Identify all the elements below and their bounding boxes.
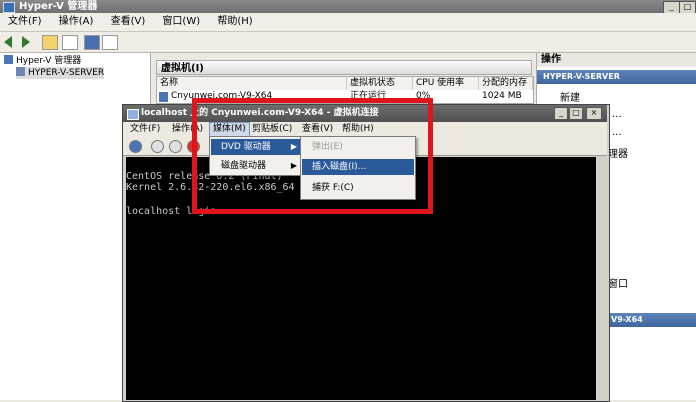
vm-window-icon bbox=[127, 109, 139, 120]
tree-root-hyperv[interactable]: Hyper-V 管理器 bbox=[4, 55, 81, 67]
annotation-highlight-box bbox=[192, 98, 433, 214]
column-memory[interactable]: 分配的内存 bbox=[479, 77, 533, 90]
vm-vertical-scrollbar[interactable] bbox=[596, 157, 606, 400]
up-folder-icon[interactable] bbox=[42, 35, 58, 50]
forward-arrow-icon[interactable] bbox=[22, 36, 30, 48]
hyperv-tree-icon bbox=[4, 55, 13, 64]
vm-table-header-row: 名称 虚拟机状态 CPU 使用率 分配的内存 bbox=[157, 77, 533, 90]
actions-server-band[interactable]: HYPER-V-SERVER bbox=[537, 70, 696, 84]
vm-memory: 1024 MB bbox=[482, 91, 522, 101]
vm-panel-header: 虚拟机(I) bbox=[156, 60, 532, 75]
show-tree-icon[interactable] bbox=[62, 35, 78, 50]
vm-menu-file[interactable]: 文件(F) bbox=[127, 122, 163, 137]
main-toolbar bbox=[0, 32, 696, 53]
column-state[interactable]: 虚拟机状态 bbox=[347, 77, 413, 90]
column-cpu[interactable]: CPU 使用率 bbox=[413, 77, 479, 90]
action-partial-1[interactable]: ... bbox=[612, 109, 622, 120]
main-menubar: 文件(F) 操作(A) 查看(V) 窗口(W) 帮助(H) bbox=[0, 13, 696, 32]
start-icon[interactable] bbox=[151, 140, 164, 153]
main-window-title: Hyper-V 管理器 bbox=[19, 1, 98, 12]
column-name[interactable]: 名称 bbox=[157, 77, 347, 90]
vm-row-icon bbox=[159, 92, 168, 102]
server-icon bbox=[16, 67, 25, 76]
menu-action[interactable]: 操作(A) bbox=[59, 16, 94, 27]
action-partial-3[interactable]: 理器 bbox=[608, 145, 628, 160]
turn-off-icon[interactable] bbox=[169, 140, 182, 153]
back-arrow-icon[interactable] bbox=[4, 36, 12, 48]
menu-window[interactable]: 窗口(W) bbox=[162, 16, 200, 27]
menu-help[interactable]: 帮助(H) bbox=[217, 16, 252, 27]
vm-maximize-button[interactable]: □ bbox=[569, 107, 583, 120]
action-partial-4[interactable]: 窗口 bbox=[608, 275, 628, 290]
ctrl-alt-del-icon[interactable] bbox=[129, 140, 142, 153]
vm-close-button[interactable]: × bbox=[586, 107, 602, 120]
tree-item-server[interactable]: HYPER-V-SERVER bbox=[16, 67, 105, 79]
action-new[interactable]: 新建 bbox=[560, 89, 580, 104]
actions-header: 操作 bbox=[537, 53, 696, 67]
help-icon[interactable] bbox=[84, 35, 100, 50]
show-action-pane-icon[interactable] bbox=[102, 35, 118, 50]
vm-minimize-button[interactable]: _ bbox=[554, 107, 568, 120]
hyperv-app-icon bbox=[3, 2, 15, 13]
action-partial-2[interactable]: ... bbox=[612, 127, 622, 138]
menu-file[interactable]: 文件(F) bbox=[8, 16, 42, 27]
main-title-bar: Hyper-V 管理器 bbox=[0, 0, 696, 13]
menu-view[interactable]: 查看(V) bbox=[111, 16, 146, 27]
